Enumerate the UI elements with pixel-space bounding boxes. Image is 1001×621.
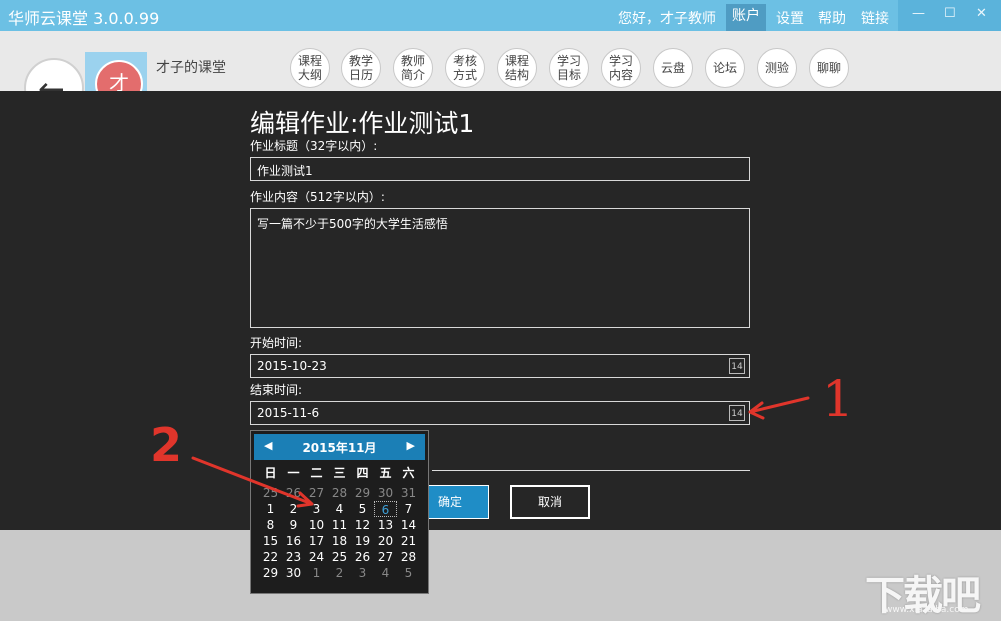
annotation-arrow-2 — [191, 456, 314, 508]
annotation-layer — [191, 396, 810, 508]
annotation-label-1: 1 — [822, 370, 854, 428]
watermark-logo: 下载吧 www.xiazaiba.com — [865, 563, 997, 619]
watermark-url: www.xiazaiba.com — [885, 605, 969, 615]
annotation-label-2: 2 — [150, 418, 183, 472]
annotation-arrow-1 — [748, 396, 810, 420]
